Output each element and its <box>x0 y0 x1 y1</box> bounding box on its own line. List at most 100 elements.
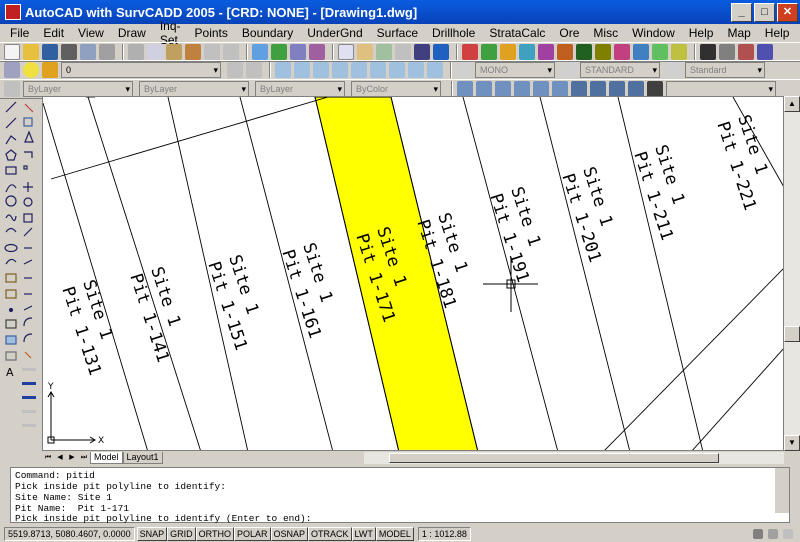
zoom-window-icon[interactable] <box>290 44 306 60</box>
dbconnect-icon[interactable] <box>395 44 411 60</box>
view-sw-iso-icon[interactable] <box>571 81 587 97</box>
view-back-icon[interactable] <box>552 81 568 97</box>
dim-style-combo[interactable]: STANDARD <box>580 62 660 78</box>
autocad-app-icon[interactable] <box>5 4 21 20</box>
zoom-previous-icon[interactable] <box>309 44 325 60</box>
survcadd-tool-12-icon[interactable] <box>671 44 687 60</box>
tool-palettes-icon[interactable] <box>376 44 392 60</box>
zoom-in-icon[interactable] <box>275 62 291 78</box>
view-nw-iso-icon[interactable] <box>628 81 644 97</box>
drawing-canvas[interactable]: Y X Site 1 Pit 1-131 Site 1 Pit 1-141 Site 1… <box>42 96 784 451</box>
plotstyle-combo[interactable]: ByColor <box>351 81 441 97</box>
lineweight-combo[interactable]: ByLayer <box>255 81 345 97</box>
command-window[interactable]: Command: pitid Pick inside pit polyline … <box>10 467 790 524</box>
survcadd-tool-16-icon[interactable] <box>757 44 773 60</box>
pit-drawing[interactable]: Y X Site 1Pit 1-131 Site 1Pit 1-141 Site 1… <box>43 97 784 451</box>
layer-manager-icon[interactable] <box>4 62 20 78</box>
layer-on-icon[interactable] <box>23 62 39 78</box>
layer-previous-icon[interactable] <box>246 62 262 78</box>
tray-settings-icon[interactable] <box>753 528 763 539</box>
zoom-extents-icon[interactable] <box>332 62 348 78</box>
help-icon[interactable] <box>433 44 449 60</box>
zoom-all-icon[interactable] <box>313 62 329 78</box>
tab-layout1[interactable]: Layout1 <box>122 452 163 464</box>
view-front-icon[interactable] <box>533 81 549 97</box>
close-button[interactable]: ✕ <box>777 2 798 22</box>
paste-icon[interactable] <box>166 44 182 60</box>
dim-style-icon[interactable] <box>561 62 577 78</box>
scroll-up-arrow[interactable]: ▲ <box>784 96 800 112</box>
properties-icon[interactable] <box>338 44 354 60</box>
survcadd-tool-8-icon[interactable] <box>595 44 611 60</box>
publish-icon[interactable] <box>99 44 115 60</box>
survcadd-tool-1-icon[interactable] <box>462 44 478 60</box>
make-current-icon[interactable] <box>227 62 243 78</box>
vertical-scrollbar[interactable]: ▲ ▼ <box>784 96 800 451</box>
menu-drillhole[interactable]: Drillhole <box>432 26 475 40</box>
menu-ore[interactable]: Ore <box>559 26 579 40</box>
menu-view[interactable]: View <box>78 26 104 40</box>
command-scrollbar[interactable] <box>775 468 789 513</box>
menu-surface[interactable]: Surface <box>377 26 418 40</box>
survcadd-tool-9-icon[interactable] <box>614 44 630 60</box>
markup-icon[interactable] <box>414 44 430 60</box>
vertical-scroll-thumb[interactable] <box>784 326 800 342</box>
command-prompt[interactable]: Pick inside pit polyline to identify (En… <box>15 513 311 524</box>
print-icon[interactable] <box>61 44 77 60</box>
horizontal-scroll-thumb[interactable] <box>389 453 719 463</box>
grid-toggle[interactable]: GRID <box>167 526 196 541</box>
lwt-toggle[interactable]: LWT <box>351 526 376 541</box>
view-bottom-icon[interactable] <box>476 81 492 97</box>
tab-last-button[interactable]: ⏭ <box>78 452 90 464</box>
design-center-icon[interactable] <box>357 44 373 60</box>
open-icon[interactable] <box>23 44 39 60</box>
otrack-toggle[interactable]: OTRACK <box>308 526 352 541</box>
zoom-window-2-icon[interactable] <box>427 62 443 78</box>
menu-edit[interactable]: Edit <box>43 26 64 40</box>
undo-icon[interactable] <box>204 44 220 60</box>
snap-toggle[interactable]: SNAP <box>136 526 168 541</box>
menu-help[interactable]: Help <box>689 26 714 40</box>
menu-window[interactable]: Window <box>632 26 675 40</box>
tray-lock-icon[interactable] <box>768 528 778 539</box>
ortho-toggle[interactable]: ORTHO <box>195 526 234 541</box>
tray-clean-screen-icon[interactable] <box>783 528 793 539</box>
survcadd-tool-5-icon[interactable] <box>538 44 554 60</box>
table-style-combo[interactable]: Standard <box>685 62 765 78</box>
minimize-button[interactable]: _ <box>731 2 752 22</box>
pan-icon[interactable] <box>252 44 268 60</box>
survcadd-tool-10-icon[interactable] <box>633 44 649 60</box>
menu-draw[interactable]: Draw <box>118 26 146 40</box>
cut-icon[interactable] <box>128 44 144 60</box>
table-style-icon[interactable] <box>666 62 682 78</box>
color-combo[interactable]: ByLayer <box>23 81 133 97</box>
zoom-scale-icon[interactable] <box>370 62 386 78</box>
zoom-object-icon[interactable] <box>389 62 405 78</box>
survcadd-tool-4-icon[interactable] <box>519 44 535 60</box>
coordinates-readout[interactable]: 5519.8713, 5080.4607, 0.0000 <box>4 526 135 541</box>
text-style-icon[interactable] <box>456 62 472 78</box>
view-ne-iso-icon[interactable] <box>609 81 625 97</box>
survcadd-tool-14-icon[interactable] <box>719 44 735 60</box>
view-top-icon[interactable] <box>457 81 473 97</box>
redo-icon[interactable] <box>223 44 239 60</box>
preview-icon[interactable] <box>80 44 96 60</box>
tool-icons[interactable]: A <box>3 100 39 450</box>
maximize-button[interactable]: □ <box>754 2 775 22</box>
save-icon[interactable] <box>42 44 58 60</box>
survcadd-tool-15-icon[interactable] <box>738 44 754 60</box>
osnap-toggle[interactable]: OSNAP <box>270 526 309 541</box>
menu-undergnd[interactable]: UnderGnd <box>307 26 362 40</box>
camera-icon[interactable] <box>647 81 663 97</box>
tab-first-button[interactable]: ⏮ <box>42 452 54 464</box>
survcadd-tool-7-icon[interactable] <box>576 44 592 60</box>
menu-misc[interactable]: Misc <box>593 26 618 40</box>
linetype-combo[interactable]: ByLayer <box>139 81 249 97</box>
menu-points[interactable]: Points <box>195 26 228 40</box>
survcadd-tool-2-icon[interactable] <box>481 44 497 60</box>
scroll-down-arrow[interactable]: ▼ <box>784 435 800 451</box>
text-style-combo[interactable]: MONO <box>475 62 555 78</box>
menu-boundary[interactable]: Boundary <box>242 26 293 40</box>
menu-map[interactable]: Map <box>727 26 750 40</box>
menu-file[interactable]: File <box>10 26 29 40</box>
